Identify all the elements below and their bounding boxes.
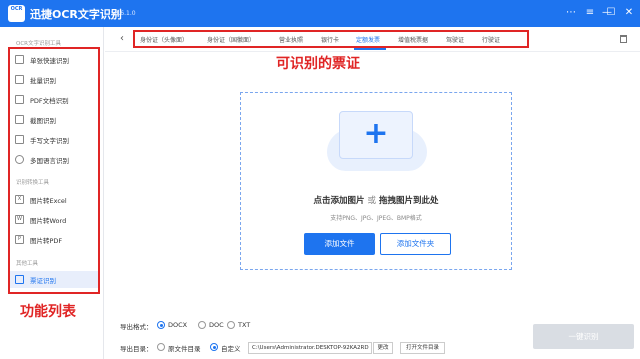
dir-original-radio[interactable]: [157, 343, 165, 351]
sidebar-highlight-box: [8, 47, 100, 294]
drop-instruction: 点击添加图片 或 拖拽图片到此处: [241, 194, 511, 206]
output-options: 导出格式： DOCX DOC TXT 导出目录： 原文件目录 自定义 C:\Us…: [105, 312, 640, 359]
dir-custom-radio[interactable]: [210, 343, 218, 351]
upload-illustration: +: [339, 111, 413, 159]
change-dir-button[interactable]: 更改: [373, 342, 393, 354]
output-format-label: 导出格式：: [120, 323, 153, 331]
active-tab-indicator: [354, 48, 386, 50]
group-title-ocr: OCR文字识别工具: [16, 41, 61, 47]
more-icon[interactable]: ⋯: [563, 5, 579, 21]
format-doc-label[interactable]: DOC: [209, 321, 224, 329]
app-version: v8.6.1.0: [111, 10, 136, 17]
drop-text-or: 或: [367, 196, 376, 206]
back-arrow-icon[interactable]: ‹: [120, 33, 124, 44]
add-folder-button[interactable]: 添加文件夹: [380, 233, 451, 255]
app-logo: OCR: [8, 5, 25, 22]
close-button[interactable]: ✕: [621, 5, 637, 21]
output-path-field[interactable]: C:\Users\Administrator.DESKTOP-92KA2RD: [248, 342, 372, 354]
format-docx-label[interactable]: DOCX: [168, 321, 187, 329]
format-doc-radio[interactable]: [198, 321, 206, 329]
dir-original-label[interactable]: 原文件目录: [168, 343, 201, 353]
format-txt-label[interactable]: TXT: [238, 321, 250, 329]
book-icon[interactable]: [620, 35, 627, 43]
format-txt-radio[interactable]: [227, 321, 235, 329]
tabs-highlight-box: [133, 30, 529, 48]
tabs-annotation: 可识别的票证: [276, 56, 360, 72]
ticket-tab-bar: ‹ 身份证（头像面） 身份证（国徽面） 营业执照 银行卡 定额发票 增值税票据 …: [105, 27, 640, 52]
sidebar-annotation: 功能列表: [20, 304, 76, 320]
add-file-button[interactable]: 添加文件: [304, 233, 375, 255]
open-folder-button[interactable]: 打开文件目录: [400, 342, 445, 354]
title-bar: OCR 迅捷OCR文字识别 v8.6.1.0 ⋯ ≡ — ☐ ✕: [0, 0, 640, 27]
recognize-button[interactable]: 一键识别: [533, 324, 634, 349]
app-title: 迅捷OCR文字识别: [30, 8, 122, 21]
supported-formats: 支持PNG、JPG、JPEG、BMP格式: [330, 215, 422, 222]
plus-icon: +: [363, 116, 389, 151]
output-dir-label: 导出目录：: [120, 345, 153, 353]
file-drop-zone[interactable]: + 点击添加图片 或 拖拽图片到此处 支持PNG、JPG、JPEG、BMP格式 …: [240, 92, 512, 270]
maximize-icon[interactable]: ☐: [603, 5, 619, 21]
menu-icon[interactable]: ≡: [582, 5, 598, 21]
format-docx-radio[interactable]: [157, 321, 165, 329]
drop-text-drag: 拖拽图片到此处: [378, 196, 439, 206]
dir-custom-label[interactable]: 自定义: [221, 343, 241, 353]
drop-text-click: 点击添加图片: [313, 196, 365, 206]
